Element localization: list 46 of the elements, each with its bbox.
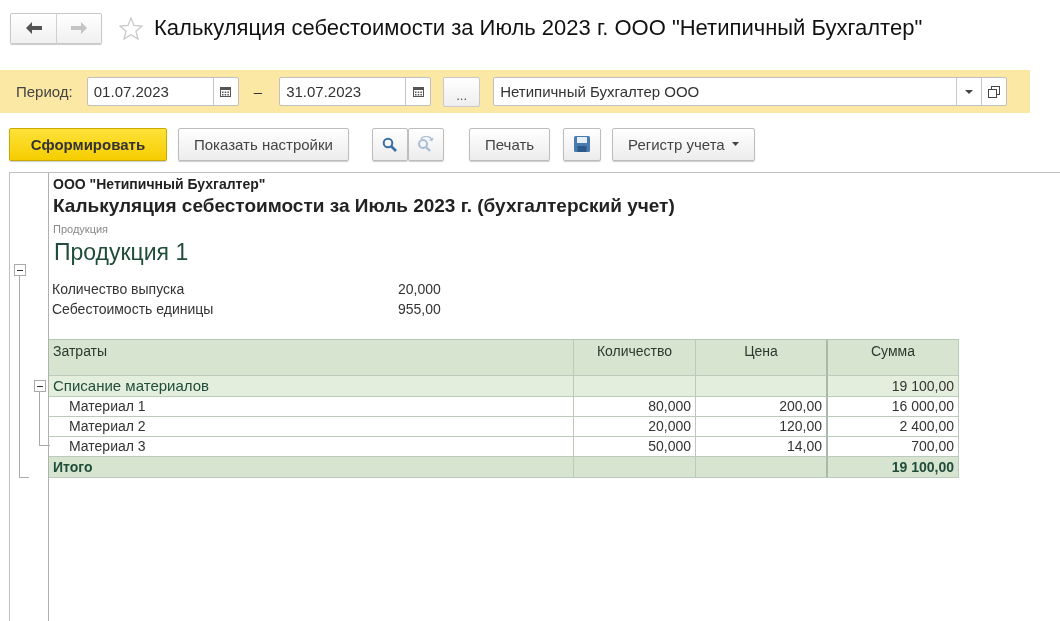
print-button[interactable]: Печать [468,127,551,161]
table-cell: 80,000 [574,397,696,417]
star-icon[interactable] [119,16,143,40]
search-next-icon [417,136,435,152]
collapse-toggle[interactable] [14,264,26,276]
table-cell: 20,000 [574,417,696,437]
indicator-value: 20,000 [398,281,441,297]
caret-icon [731,142,739,146]
organization-field[interactable]: Нетипичный Бухгалтер ООО [493,77,1008,106]
product-label: Продукция [53,223,110,235]
date-to-field[interactable]: 31.07.2023 [279,77,432,106]
show-settings-button[interactable]: Показать настройки [178,127,349,161]
indicator-value: 955,00 [398,301,441,317]
calendar-icon[interactable] [220,86,232,97]
indicator-label: Количество выпуска [52,281,186,297]
save-button[interactable] [563,127,602,161]
table-cell: 2 400,00 [828,417,959,437]
table-cell: 200,00 [696,397,828,417]
report-title: Калькуляция себестоимости за Июль 2023 г. (бухгалтерский учет) [53,195,676,217]
table-cell: Материал 2 [49,417,574,437]
indicator-label: Себестоимость единицы [52,301,215,317]
register-dropdown-button[interactable]: Регистр учета [612,127,755,161]
table-cell: Списание материалов [49,376,574,397]
table-cell: 19 100,00 [828,376,959,397]
table-cell: Итого [49,457,574,478]
back-button[interactable] [11,13,56,43]
product-name: Продукция 1 [53,238,190,267]
table-cell: 19 100,00 [828,457,959,478]
collapse-toggle[interactable] [34,380,46,392]
period-more-button[interactable]: ... [443,76,481,107]
table-cell: 16 000,00 [828,397,959,417]
generate-button[interactable]: Сформировать [9,127,167,161]
left-arrow-icon [25,22,42,34]
caret-icon[interactable] [965,89,974,94]
window-title: Калькуляция себестоимости за Июль 2023 г. ООО "Нетипичный Бухгалтер" [154,15,923,41]
dash-separator: – [253,83,263,100]
period-label: Период: [16,83,73,100]
company-name: ООО "Нетипичный Бухгалтер" [53,176,267,192]
right-arrow-icon [71,22,87,34]
search-icon [382,136,398,152]
search-button[interactable] [371,127,408,161]
table-cell: 120,00 [696,417,828,437]
table-cell: Материал 1 [49,397,574,417]
open-icon[interactable] [988,85,1001,98]
calendar-icon[interactable] [412,86,424,97]
date-from-field[interactable]: 01.07.2023 [86,77,239,106]
